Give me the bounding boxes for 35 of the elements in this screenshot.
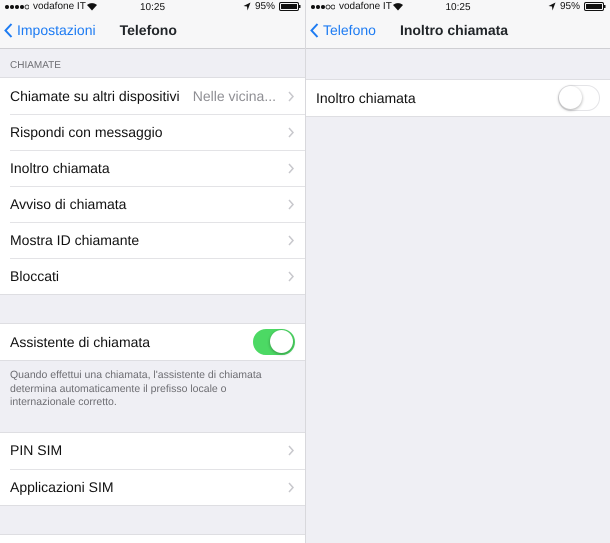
carrier-name: vodafone IT — [33, 0, 86, 14]
toggle-switch[interactable] — [558, 85, 600, 111]
status-time: 10:25 — [140, 1, 166, 15]
battery-percent: 95% — [254, 0, 275, 14]
section-header: CHIAMATE — [9, 59, 62, 73]
screen-title: Telefono — [120, 21, 177, 40]
row-label: Assistente di chiamata — [10, 332, 150, 352]
chevron-right-icon — [288, 482, 295, 493]
row-label: Inoltro chiamata — [316, 88, 416, 108]
chevron-left-icon — [310, 23, 319, 38]
chevron-right-icon — [288, 271, 295, 282]
chevron-left-icon — [4, 23, 13, 38]
chevron-right-icon — [288, 163, 295, 174]
chevron-right-icon — [288, 445, 295, 456]
chevron-right-icon — [288, 90, 295, 102]
chevron-right-icon — [288, 199, 295, 210]
battery-icon — [584, 2, 606, 11]
settings-row[interactable]: Chiamate su altri dispositivi Nelle vicina... — [0, 78, 305, 114]
back-button[interactable]: Impostazioni — [4, 20, 96, 41]
status-time: 10:25 — [445, 1, 471, 15]
screen-title: Inoltro chiamata — [400, 21, 508, 40]
chevron-right-icon — [288, 235, 295, 246]
carrier-name: vodafone IT — [339, 0, 392, 14]
settings-row[interactable]: PIN SIM — [0, 432, 305, 469]
back-button[interactable]: Telefono — [310, 20, 376, 41]
battery-icon — [279, 2, 301, 11]
toggle-switch[interactable] — [253, 329, 295, 355]
wifi-icon — [86, 2, 98, 11]
section-footer: Quando effettui una chiamata, l'assistente di chiamata determina automaticamente il prefisso locale o internazionale corretto. — [0, 361, 305, 410]
row-value: Nelle vicina... — [192, 86, 276, 106]
wifi-icon — [392, 2, 404, 11]
location-arrow-icon — [242, 2, 251, 11]
chevron-right-icon — [288, 127, 295, 138]
battery-percent: 95% — [560, 0, 580, 14]
location-arrow-icon — [548, 2, 556, 11]
